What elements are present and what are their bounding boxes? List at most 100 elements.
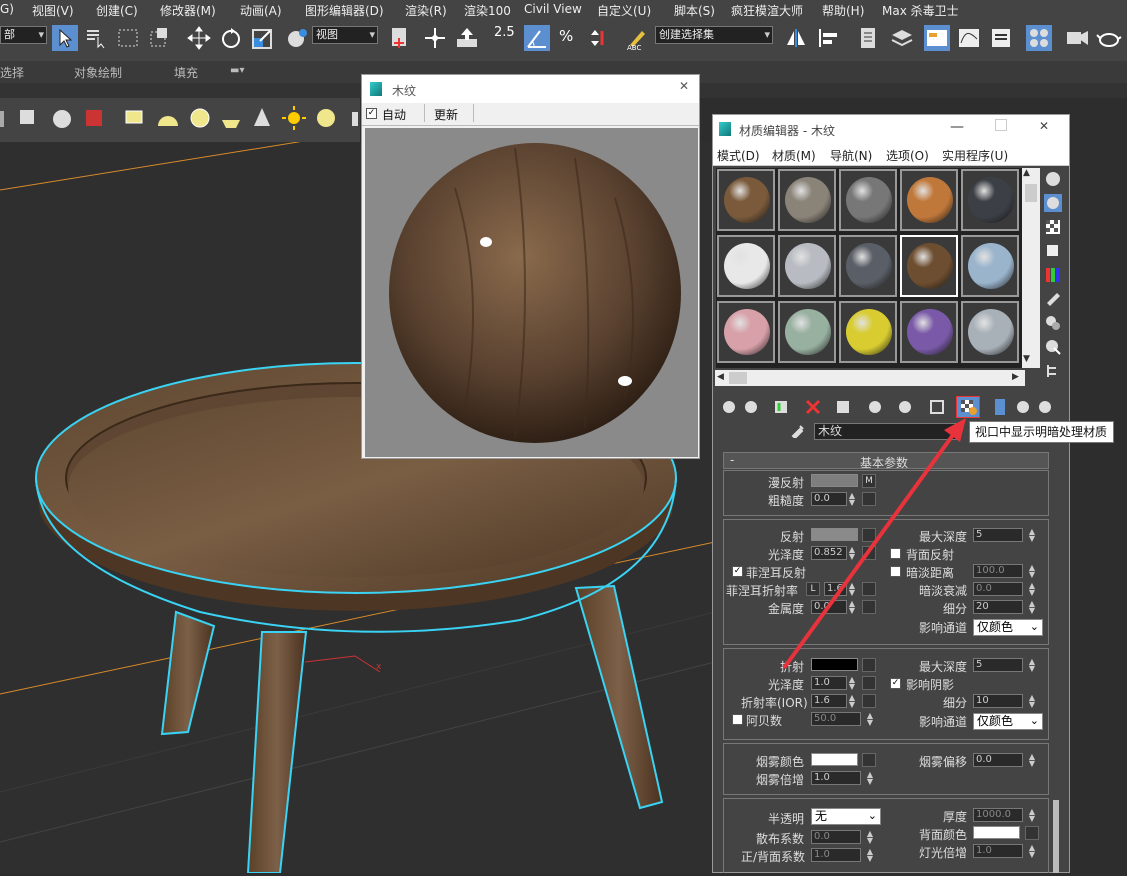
update-button[interactable]: 更新 xyxy=(424,104,474,122)
refract-affect-channels-dropdown[interactable]: 仅颜色 ⌄ xyxy=(973,713,1043,730)
minimize-icon[interactable]: — xyxy=(950,119,964,135)
right-arrow-icon[interactable]: ▶ xyxy=(1012,372,1019,382)
collapse-icon[interactable]: - xyxy=(730,453,734,467)
select-by-material-button[interactable] xyxy=(1044,338,1062,356)
down-arrow-icon[interactable]: ▼ xyxy=(1023,354,1030,364)
menu-animation[interactable]: 动画(A) xyxy=(240,2,282,19)
snap-toggle-button[interactable]: 2.5 xyxy=(492,25,518,51)
ribbon-object-paint[interactable]: 对象绘制 xyxy=(74,64,122,81)
angle-snap-button[interactable] xyxy=(524,25,550,51)
spinner-snap-button[interactable] xyxy=(586,25,612,51)
toggle-ribbon-button[interactable] xyxy=(924,25,950,51)
refract-max-depth-input[interactable]: 5 xyxy=(973,658,1023,672)
preview-titlebar[interactable]: 木纹 ✕ xyxy=(362,75,699,103)
abbe-checkbox[interactable] xyxy=(732,714,743,725)
metalness-input[interactable]: 0.0 xyxy=(811,600,847,614)
fresnel-checkbox[interactable]: ✓ xyxy=(732,566,743,577)
up-arrow-icon[interactable]: ▲ xyxy=(1023,168,1030,178)
sample-type-button[interactable] xyxy=(1044,170,1062,188)
ribbon-expand-icon[interactable]: ▬▾ xyxy=(230,65,244,76)
mated-titlebar[interactable]: 材质编辑器 - 木纹 — ✕ xyxy=(713,115,1069,143)
maximize-icon[interactable] xyxy=(995,119,1007,131)
menu-material[interactable]: 材质(M) xyxy=(772,147,816,164)
layer-explorer-button[interactable] xyxy=(888,25,914,51)
backlight-button[interactable] xyxy=(1044,194,1062,212)
fresnel-ior-lock-button[interactable]: L xyxy=(806,582,820,596)
fresnel-ior-input[interactable]: 1.6 xyxy=(824,582,847,596)
spinner-icon[interactable]: ▲ ▼ xyxy=(1028,658,1036,673)
sample-slot[interactable] xyxy=(717,301,775,363)
spinner-icon[interactable]: ▲ ▼ xyxy=(1028,564,1036,579)
thickness-input[interactable]: 1000.0 xyxy=(973,808,1023,822)
menu-max-antivirus[interactable]: Max 杀毒卫士 xyxy=(882,2,959,19)
menu-civil-view[interactable]: Civil View xyxy=(524,2,582,16)
percent-snap-button[interactable]: % xyxy=(556,25,582,51)
dim-distance-input[interactable]: 100.0 xyxy=(973,564,1023,578)
back-color-map-button[interactable] xyxy=(1025,826,1039,840)
spinner-icon[interactable]: ▲ ▼ xyxy=(1028,582,1036,597)
align-button[interactable] xyxy=(816,25,842,51)
gloss-map-button[interactable] xyxy=(862,546,876,560)
spinner-icon[interactable]: ▲ ▼ xyxy=(1028,694,1036,709)
selection-filter-dropdown[interactable]: 部 ▾ xyxy=(0,26,47,44)
menu-scripting[interactable]: 脚本(S) xyxy=(674,2,715,19)
rect-region-button[interactable] xyxy=(116,25,142,51)
select-manipulate-button[interactable] xyxy=(422,25,448,51)
curve-editor-button[interactable] xyxy=(956,25,982,51)
sample-slot[interactable] xyxy=(839,301,897,363)
menu-rendering[interactable]: 渲染(R) xyxy=(405,2,447,19)
menu-help[interactable]: 帮助(H) xyxy=(822,2,864,19)
sample-slot[interactable] xyxy=(900,301,958,363)
slots-vscroll[interactable]: ▲ ▼ xyxy=(1022,168,1040,368)
menu-render100[interactable]: 渲染100 xyxy=(464,2,511,19)
select-by-name-button[interactable] xyxy=(84,25,110,51)
menu-graph-editors[interactable]: 图形编辑器(D) xyxy=(305,2,384,19)
fog-color-map-button[interactable] xyxy=(862,753,876,767)
refract-gloss-input[interactable]: 1.0 xyxy=(811,676,847,690)
move-button[interactable] xyxy=(186,25,212,51)
fresnel-ior-map-button[interactable] xyxy=(862,582,876,596)
material-map-navigator-button[interactable] xyxy=(1044,362,1062,380)
fwd-bck-coef-input[interactable]: 1.0 xyxy=(811,848,861,862)
pivot-button[interactable] xyxy=(388,25,414,51)
reflect-subdivs-input[interactable]: 20 xyxy=(973,600,1023,614)
menu-modes[interactable]: 模式(D) xyxy=(717,147,760,164)
ribbon-populate[interactable]: 填充 xyxy=(174,64,198,81)
sample-slot[interactable] xyxy=(961,235,1019,297)
roughness-map-button[interactable] xyxy=(862,492,876,506)
menu-view[interactable]: 视图(V) xyxy=(32,2,74,19)
render-button[interactable] xyxy=(1096,25,1122,51)
hscroll-thumb[interactable] xyxy=(729,372,747,384)
refract-map-button[interactable] xyxy=(862,658,876,672)
menu-options[interactable]: 选项(O) xyxy=(886,147,929,164)
menu-crazy-render[interactable]: 疯狂模渲大师 xyxy=(731,2,803,19)
sample-slot[interactable] xyxy=(717,169,775,231)
video-color-check-button[interactable] xyxy=(1044,266,1062,284)
ior-input[interactable]: 1.6 xyxy=(811,694,847,708)
scene-explorer-button[interactable] xyxy=(856,25,882,51)
menu-customize[interactable]: 自定义(U) xyxy=(597,2,651,19)
keyboard-shortcut-button[interactable] xyxy=(454,25,480,51)
spinner-icon[interactable]: ▲ ▼ xyxy=(848,492,856,507)
material-name-input[interactable]: 木纹 xyxy=(814,423,960,440)
dim-falloff-input[interactable]: 0.0 xyxy=(973,582,1023,596)
refract-subdivs-input[interactable]: 10 xyxy=(973,694,1023,708)
sample-slot[interactable] xyxy=(839,169,897,231)
spinner-icon[interactable]: ▲ ▼ xyxy=(848,546,856,561)
spinner-icon[interactable]: ▲ ▼ xyxy=(1028,600,1036,615)
spinner-icon[interactable]: ▲ ▼ xyxy=(1028,528,1036,543)
sample-slot[interactable] xyxy=(900,169,958,231)
material-editor-button[interactable] xyxy=(1026,25,1052,51)
spinner-icon[interactable]: ▲ ▼ xyxy=(1028,753,1036,768)
sample-slot[interactable] xyxy=(961,169,1019,231)
spinner-icon[interactable]: ▲ ▼ xyxy=(1028,808,1036,823)
ribbon-selection[interactable]: 选择 xyxy=(0,64,24,81)
make-preview-button[interactable] xyxy=(1044,290,1062,308)
sample-slot[interactable] xyxy=(961,301,1019,363)
reflect-map-button[interactable] xyxy=(862,528,876,542)
window-crossing-button[interactable] xyxy=(148,25,174,51)
reflect-affect-channels-dropdown[interactable]: 仅颜色 ⌄ xyxy=(973,619,1043,636)
spinner-icon[interactable]: ▲ ▼ xyxy=(866,830,874,845)
affect-shadows-checkbox[interactable]: ✓ xyxy=(890,678,901,689)
sample-slot[interactable] xyxy=(717,235,775,297)
